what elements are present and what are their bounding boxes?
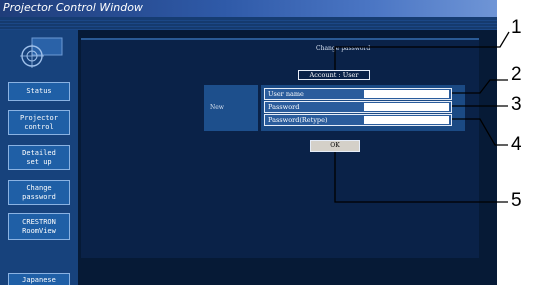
callout-3: 3 — [511, 94, 522, 115]
callout-5: 5 — [511, 190, 522, 211]
callout-leader-5 — [334, 152, 508, 203]
callout-leader-4 — [452, 118, 508, 146]
callout-4: 4 — [511, 134, 522, 155]
callout-leader-2 — [452, 79, 508, 94]
callout-1: 1 — [511, 17, 522, 38]
callout-leader-1 — [334, 31, 510, 70]
callout-leaders — [334, 31, 510, 203]
callout-2: 2 — [511, 64, 522, 85]
